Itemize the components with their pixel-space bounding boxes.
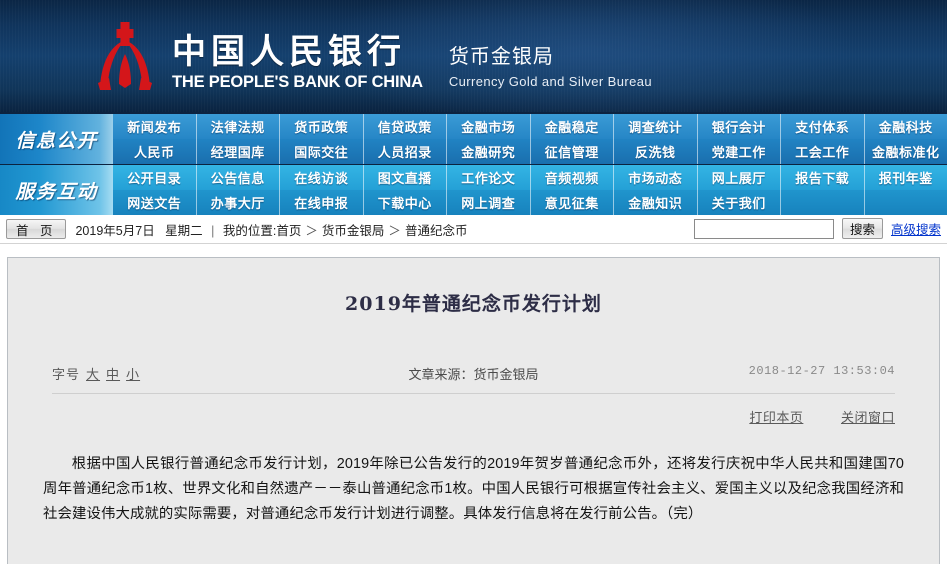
nav-item-interviews[interactable]: 在线访谈 <box>280 165 364 190</box>
advanced-search-link[interactable]: 高级搜索 <box>891 219 941 238</box>
nav-row: 人民币 经理国库 国际交往 人员招录 金融研究 征信管理 反洗钱 党建工作 工会… <box>113 139 947 164</box>
nav-item-market-news[interactable]: 市场动态 <box>614 165 698 190</box>
nav-category-services[interactable]: 服务互动 <box>0 165 113 215</box>
nav-item-papers[interactable]: 工作论文 <box>447 165 531 190</box>
font-size-label: 字号 <box>52 367 81 382</box>
current-weekday: 星期二 <box>165 223 203 238</box>
breadcrumb-current: 普通纪念币 <box>404 223 468 238</box>
article-body: 根据中国人民银行普通纪念币发行计划，2019年除已公告发行的2019年贺岁普通纪… <box>43 456 904 522</box>
close-window-link[interactable]: 关闭窗口 <box>841 410 895 425</box>
nav-item-fintech[interactable]: 金融科技 <box>865 114 947 139</box>
nav-item-reports[interactable]: 报告下载 <box>781 165 865 190</box>
home-button[interactable]: 首 页 <box>6 219 67 239</box>
pboc-emblem-icon <box>92 20 158 92</box>
nav-item-knowledge[interactable]: 金融知识 <box>614 190 698 215</box>
nav-item-credit[interactable]: 信贷政策 <box>364 114 447 139</box>
nav-item-market[interactable]: 金融市场 <box>447 114 531 139</box>
bank-name-en: THE PEOPLE'S BANK OF CHINA <box>172 73 423 91</box>
location-label: 我的位置: <box>222 223 277 238</box>
article-actions: 打印本页 关闭窗口 <box>52 407 895 426</box>
nav-item-rmb[interactable]: 人民币 <box>113 139 197 164</box>
nav-row: 公开目录 公告信息 在线访谈 图文直播 工作论文 音频视频 市场动态 网上展厅 … <box>113 165 947 190</box>
nav-item-online-apply[interactable]: 在线申报 <box>280 190 364 215</box>
nav-item-international[interactable]: 国际交往 <box>280 139 364 164</box>
nav-item-media[interactable]: 音频视频 <box>531 165 614 190</box>
font-size-medium[interactable]: 中 <box>106 367 120 382</box>
article-meta-bar: 字号大中小 文章来源：货币金银局 2018-12-27 13:53:04 <box>52 364 895 394</box>
article-source: 文章来源：货币金银局 <box>408 367 539 382</box>
nav-group-services: 服务互动 公开目录 公告信息 在线访谈 图文直播 工作论文 音频视频 市场动态 … <box>0 165 947 215</box>
nav-item-about-us[interactable]: 关于我们 <box>698 190 781 215</box>
main-navigation: 信息公开 新闻发布 法律法规 货币政策 信贷政策 金融市场 金融稳定 调查统计 … <box>0 112 947 215</box>
nav-item-feedback[interactable]: 意见征集 <box>531 190 614 215</box>
site-search: 搜索 高级搜索 <box>693 218 941 239</box>
nav-item-payment[interactable]: 支付体系 <box>781 114 865 139</box>
nav-item-laws[interactable]: 法律法规 <box>197 114 280 139</box>
nav-item-documents[interactable]: 网送文告 <box>113 190 197 215</box>
nav-item-monetary[interactable]: 货币政策 <box>280 114 364 139</box>
nav-item-treasury[interactable]: 经理国库 <box>197 139 280 164</box>
print-page-link[interactable]: 打印本页 <box>749 410 803 425</box>
bureau-name-cn: 货币金银局 <box>448 46 554 68</box>
nav-item-statistics[interactable]: 调查统计 <box>614 114 698 139</box>
nav-item-empty-1 <box>781 190 865 215</box>
page-root: 中国人民银行 THE PEOPLE'S BANK OF CHINA 货币金银局 … <box>0 0 947 564</box>
header-brand-block: 中国人民银行 THE PEOPLE'S BANK OF CHINA 货币金银局 … <box>92 20 652 92</box>
nav-item-accounting[interactable]: 银行会计 <box>698 114 781 139</box>
nav-category-information[interactable]: 信息公开 <box>0 114 113 164</box>
nav-group-information: 信息公开 新闻发布 法律法规 货币政策 信贷政策 金融市场 金融稳定 调查统计 … <box>0 114 947 164</box>
nav-item-recruitment[interactable]: 人员招录 <box>364 139 447 164</box>
breadcrumb-link-home[interactable]: 首页 <box>276 224 301 238</box>
nav-item-survey[interactable]: 网上调查 <box>447 190 531 215</box>
nav-group-services-grid: 公开目录 公告信息 在线访谈 图文直播 工作论文 音频视频 市场动态 网上展厅 … <box>113 165 947 215</box>
nav-item-directory[interactable]: 公开目录 <box>113 165 197 190</box>
nav-item-union-work[interactable]: 工会工作 <box>781 139 865 164</box>
nav-item-empty-2 <box>865 190 947 215</box>
breadcrumb-arrow-2: ＞ <box>388 223 401 238</box>
nav-item-news[interactable]: 新闻发布 <box>113 114 197 139</box>
search-input[interactable] <box>693 218 834 239</box>
breadcrumb-arrow-1: ＞ <box>305 223 318 238</box>
breadcrumb-divider: | <box>211 223 215 238</box>
nav-item-downloads[interactable]: 下载中心 <box>364 190 447 215</box>
bureau-name-block: 货币金银局 Currency Gold and Silver Bureau <box>449 45 652 92</box>
search-button[interactable]: 搜索 <box>841 218 883 239</box>
nav-item-yearbook[interactable]: 报刊年鉴 <box>865 165 947 190</box>
nav-item-standards[interactable]: 金融标准化 <box>865 139 947 164</box>
nav-row: 网送文告 办事大厅 在线申报 下载中心 网上调查 意见征集 金融知识 关于我们 <box>113 190 947 215</box>
nav-item-aml[interactable]: 反洗钱 <box>614 139 698 164</box>
nav-row: 新闻发布 法律法规 货币政策 信贷政策 金融市场 金融稳定 调查统计 银行会计 … <box>113 114 947 139</box>
bank-name-block: 中国人民银行 THE PEOPLE'S BANK OF CHINA <box>172 33 423 92</box>
article-panel: 2019年普通纪念币发行计划 字号大中小 文章来源：货币金银局 2018-12-… <box>7 257 940 564</box>
current-date: 2019年5月7日 <box>75 223 155 238</box>
breadcrumb: 2019年5月7日 星期二 | 我的位置:首页＞货币金银局＞普通纪念币 <box>75 220 467 239</box>
nav-item-announcements[interactable]: 公告信息 <box>197 165 280 190</box>
nav-item-stability[interactable]: 金融稳定 <box>531 114 614 139</box>
font-size-small[interactable]: 小 <box>126 367 140 382</box>
site-header-banner: 中国人民银行 THE PEOPLE'S BANK OF CHINA 货币金银局 … <box>0 0 947 112</box>
article-timestamp: 2018-12-27 13:53:04 <box>748 364 895 378</box>
nav-group-information-grid: 新闻发布 法律法规 货币政策 信贷政策 金融市场 金融稳定 调查统计 银行会计 … <box>113 114 947 164</box>
font-size-large[interactable]: 大 <box>86 367 100 382</box>
page-title: 2019年普通纪念币发行计划 <box>345 293 602 315</box>
nav-item-live[interactable]: 图文直播 <box>364 165 447 190</box>
nav-item-credit-registry[interactable]: 征信管理 <box>531 139 614 164</box>
nav-item-service-hall[interactable]: 办事大厅 <box>197 190 280 215</box>
nav-item-research[interactable]: 金融研究 <box>447 139 531 164</box>
breadcrumb-bar: 首 页 2019年5月7日 星期二 | 我的位置:首页＞货币金银局＞普通纪念币 … <box>0 215 947 244</box>
font-size-control: 字号大中小 <box>52 364 140 383</box>
nav-item-party-work[interactable]: 党建工作 <box>698 139 781 164</box>
bureau-name-en: Currency Gold and Silver Bureau <box>448 74 652 89</box>
nav-item-exhibition[interactable]: 网上展厅 <box>698 165 781 190</box>
breadcrumb-link-bureau[interactable]: 货币金银局 <box>322 224 385 238</box>
bank-name-cn: 中国人民银行 <box>172 31 406 72</box>
